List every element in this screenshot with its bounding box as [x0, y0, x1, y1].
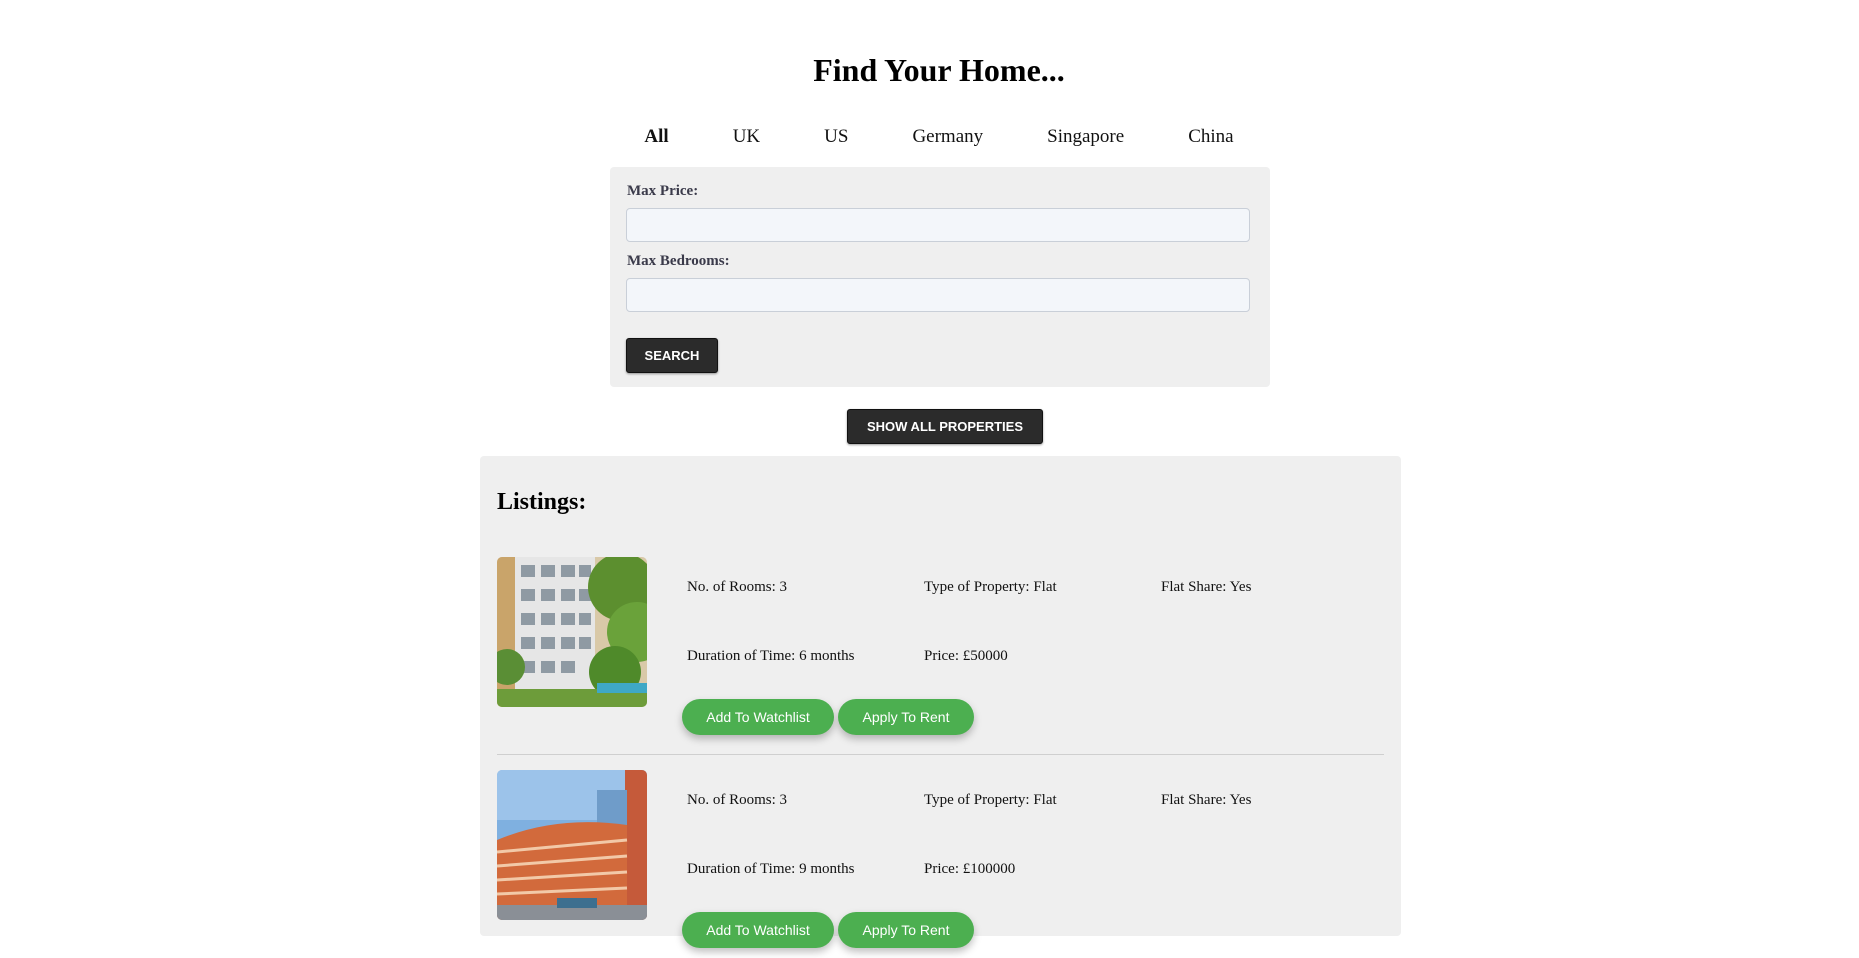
- property-photo[interactable]: [497, 770, 647, 920]
- show-all-properties-button[interactable]: SHOW ALL PROPERTIES: [847, 409, 1043, 444]
- add-to-watchlist-button[interactable]: Add To Watchlist: [682, 699, 834, 735]
- building-image: [497, 557, 647, 707]
- listings-title: Listings:: [497, 489, 587, 515]
- max-bedrooms-label: Max Bedrooms:: [627, 253, 730, 269]
- apply-to-rent-button[interactable]: Apply To Rent: [838, 699, 974, 735]
- max-price-label: Max Price:: [627, 183, 699, 199]
- listing-price: Price: £100000: [924, 861, 1016, 877]
- listing-flat-share: Flat Share: Yes: [1161, 579, 1252, 595]
- tab-germany[interactable]: Germany: [880, 126, 1015, 148]
- apply-to-rent-button[interactable]: Apply To Rent: [838, 912, 974, 948]
- listing-duration: Duration of Time: 9 months: [687, 861, 855, 877]
- search-filter-panel: Max Price: Max Bedrooms: SEARCH: [610, 167, 1270, 387]
- listing-item: No. of Rooms: 3 Type of Property: Flat F…: [497, 770, 1384, 958]
- page-title: Find Your Home...: [813, 52, 1065, 88]
- listing-duration: Duration of Time: 6 months: [687, 648, 855, 664]
- add-to-watchlist-button[interactable]: Add To Watchlist: [682, 912, 834, 948]
- tab-us[interactable]: US: [792, 126, 880, 148]
- listing-item: No. of Rooms: 3 Type of Property: Flat F…: [497, 557, 1384, 755]
- listings-panel: Listings: No. of Rooms: 3 Type of Proper…: [480, 456, 1401, 948]
- country-tabs: All UK US Germany Singapore China: [0, 126, 1859, 148]
- listing-property-type: Type of Property: Flat: [924, 579, 1057, 595]
- property-photo[interactable]: [497, 557, 647, 707]
- listing-property-type: Type of Property: Flat: [924, 792, 1057, 808]
- tab-china[interactable]: China: [1156, 126, 1265, 148]
- tab-all[interactable]: All: [612, 126, 700, 148]
- listing-divider: [497, 754, 1384, 755]
- tab-uk[interactable]: UK: [701, 126, 792, 148]
- max-price-input[interactable]: [626, 208, 1250, 242]
- search-button[interactable]: SEARCH: [626, 338, 718, 373]
- max-bedrooms-input[interactable]: [626, 278, 1250, 312]
- building-image: [497, 770, 647, 920]
- tab-singapore[interactable]: Singapore: [1015, 126, 1156, 148]
- listing-flat-share: Flat Share: Yes: [1161, 792, 1252, 808]
- listing-rooms: No. of Rooms: 3: [687, 792, 788, 808]
- listing-rooms: No. of Rooms: 3: [687, 579, 788, 595]
- listing-price: Price: £50000: [924, 648, 1008, 664]
